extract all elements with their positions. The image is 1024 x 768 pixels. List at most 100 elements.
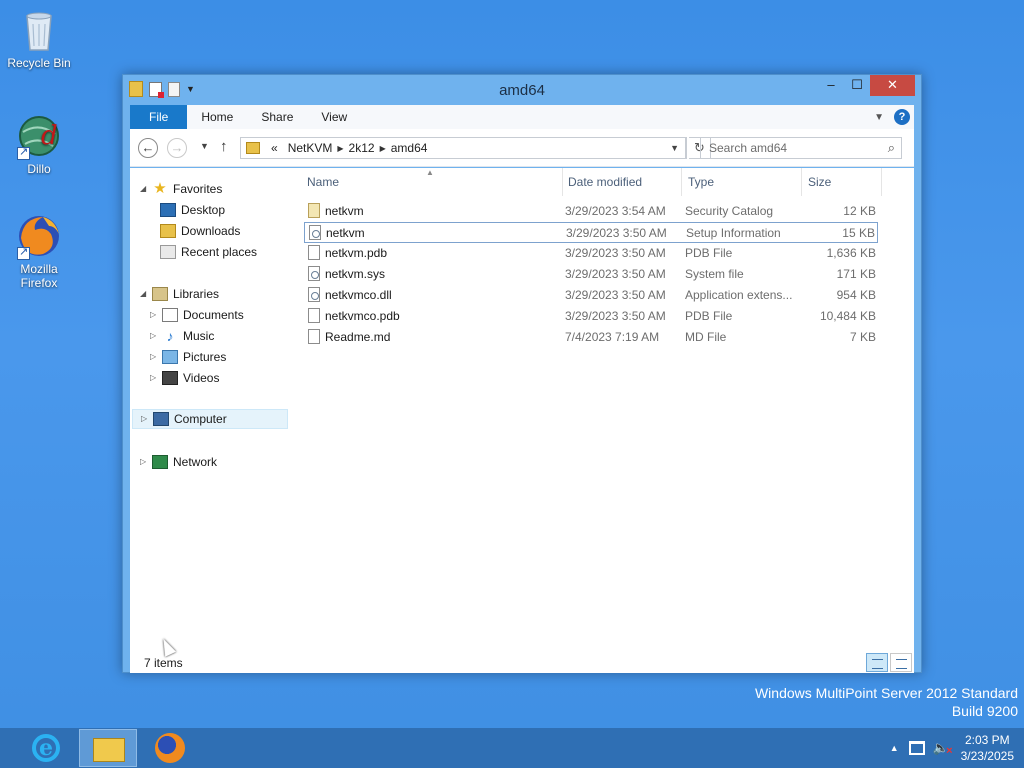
recent-locations-dropdown-icon[interactable]: ▼ bbox=[200, 141, 209, 151]
file-size: 15 KB bbox=[842, 226, 875, 240]
file-type: PDB File bbox=[685, 309, 733, 323]
nav-item-desktop[interactable]: Desktop bbox=[160, 200, 225, 220]
nav-libraries[interactable]: ◢ Libraries bbox=[140, 284, 219, 304]
internet-explorer-icon: e bbox=[32, 734, 60, 762]
desktop-icon-recycle-bin[interactable]: Recycle Bin bbox=[0, 6, 78, 70]
nav-item-documents[interactable]: ▷ Documents bbox=[150, 305, 244, 325]
firefox-icon bbox=[15, 212, 63, 260]
window-controls: – ☐ ✕ bbox=[818, 75, 915, 96]
nav-label: Network bbox=[173, 455, 218, 469]
forward-button[interactable]: → bbox=[167, 138, 187, 158]
nav-network[interactable]: ▷ Network bbox=[140, 452, 217, 472]
show-hidden-icons-chevron-icon[interactable]: ▲ bbox=[890, 743, 899, 753]
file-list: ▲ Name Date modified Type Size netkvm 3/… bbox=[301, 168, 914, 653]
nav-item-videos[interactable]: ▷ Videos bbox=[150, 368, 219, 388]
file-row[interactable]: netkvm 3/29/2023 3:54 AM Security Catalo… bbox=[304, 201, 878, 222]
column-header-size[interactable]: Size bbox=[802, 168, 882, 196]
expanded-arrow-icon[interactable]: ◢ bbox=[140, 284, 150, 304]
collapsed-arrow-icon[interactable]: ▷ bbox=[150, 305, 160, 325]
shortcut-arrow-icon bbox=[17, 145, 30, 160]
videos-icon bbox=[162, 371, 178, 385]
tab-home[interactable]: Home bbox=[187, 105, 247, 129]
documents-icon bbox=[162, 308, 178, 322]
taskbar-file-explorer[interactable] bbox=[79, 729, 137, 767]
expanded-arrow-icon[interactable]: ◢ bbox=[140, 179, 150, 199]
file-row[interactable]: netkvm.pdb 3/29/2023 3:50 AM PDB File 1,… bbox=[304, 243, 878, 264]
back-button[interactable]: ← bbox=[138, 138, 158, 158]
taskbar-internet-explorer[interactable]: e bbox=[16, 729, 74, 767]
breadcrumb-2k12[interactable]: 2k12 bbox=[349, 141, 375, 155]
file-row[interactable]: netkvm 3/29/2023 3:50 AM Setup Informati… bbox=[304, 222, 878, 243]
nav-item-recent-places[interactable]: Recent places bbox=[160, 242, 257, 262]
file-size: 12 KB bbox=[843, 204, 876, 218]
search-icon[interactable]: ⌕ bbox=[888, 138, 895, 158]
clock[interactable]: 2:03 PM 3/23/2025 bbox=[961, 732, 1014, 764]
file-row[interactable]: Readme.md 7/4/2023 7:19 AM MD File 7 KB bbox=[304, 327, 878, 348]
close-button[interactable]: ✕ bbox=[870, 75, 915, 96]
tab-share[interactable]: Share bbox=[247, 105, 307, 129]
nav-computer[interactable]: ▷ Computer bbox=[132, 409, 288, 429]
file-row[interactable]: netkvmco.dll 3/29/2023 3:50 AM Applicati… bbox=[304, 285, 878, 306]
file-explorer-icon bbox=[93, 738, 125, 762]
tab-view[interactable]: View bbox=[307, 105, 361, 129]
dll-file-icon bbox=[308, 287, 320, 302]
file-icon bbox=[308, 245, 320, 260]
pictures-icon bbox=[162, 350, 178, 364]
collapsed-arrow-icon[interactable]: ▷ bbox=[150, 347, 160, 367]
title-bar[interactable]: ▼ amd64 – ☐ ✕ bbox=[123, 75, 921, 105]
watermark-edition: Windows MultiPoint Server 2012 Standard bbox=[754, 685, 1018, 701]
nav-label: Favorites bbox=[173, 182, 223, 196]
column-header-name[interactable]: ▲ Name bbox=[301, 168, 563, 196]
address-bar[interactable]: « NetKVM ▶ 2k12 ▶ amd64 ▼ bbox=[240, 137, 687, 159]
column-header-type[interactable]: Type bbox=[682, 168, 802, 196]
collapsed-arrow-icon[interactable]: ▷ bbox=[140, 452, 150, 472]
file-name: netkvmco.dll bbox=[325, 288, 392, 302]
up-button[interactable]: ↑ bbox=[220, 138, 228, 155]
breadcrumb-overflow[interactable]: « bbox=[271, 141, 278, 155]
nav-favorites[interactable]: ◢ ★ Favorites bbox=[140, 179, 222, 199]
collapsed-arrow-icon[interactable]: ▷ bbox=[150, 368, 160, 388]
collapsed-arrow-icon[interactable]: ▷ bbox=[150, 326, 160, 346]
breadcrumb-separator-icon[interactable]: ▶ bbox=[380, 144, 386, 153]
file-size: 7 KB bbox=[849, 330, 876, 344]
address-dropdown-icon[interactable]: ▼ bbox=[664, 138, 686, 158]
expand-ribbon-chevron-icon[interactable]: ▼ bbox=[874, 112, 884, 123]
file-type: MD File bbox=[685, 330, 727, 344]
maximize-button[interactable]: ☐ bbox=[844, 75, 870, 96]
column-header-date-modified[interactable]: Date modified bbox=[562, 168, 682, 196]
tab-file[interactable]: File bbox=[130, 105, 188, 129]
file-row[interactable]: netkvmco.pdb 3/29/2023 3:50 AM PDB File … bbox=[304, 306, 878, 327]
file-name: netkvm.pdb bbox=[325, 246, 388, 260]
minimize-button[interactable]: – bbox=[818, 75, 844, 96]
star-icon: ★ bbox=[153, 180, 167, 197]
desktop-icon-label: Recycle Bin bbox=[7, 56, 71, 70]
collapsed-arrow-icon[interactable]: ▷ bbox=[141, 409, 151, 429]
system-tray: ▲ 🔈 2:03 PM 3/23/2025 bbox=[890, 728, 1014, 768]
clock-time: 2:03 PM bbox=[964, 733, 1010, 747]
desktop-icon-firefox[interactable]: Mozilla Firefox bbox=[0, 212, 78, 290]
nav-item-pictures[interactable]: ▷ Pictures bbox=[150, 347, 226, 367]
catalog-file-icon bbox=[308, 203, 320, 218]
search-input[interactable]: Search amd64 ⌕ bbox=[700, 137, 902, 159]
desktop-icon-dillo[interactable]: d Dillo bbox=[0, 112, 78, 176]
breadcrumb-amd64[interactable]: amd64 bbox=[391, 141, 428, 155]
nav-item-music[interactable]: ▷ ♪ Music bbox=[150, 326, 214, 346]
network-status-icon[interactable] bbox=[908, 741, 925, 755]
breadcrumb-netkvm[interactable]: NetKVM bbox=[288, 141, 333, 155]
large-icons-view-button[interactable] bbox=[890, 653, 912, 672]
help-icon[interactable]: ? bbox=[894, 109, 910, 125]
file-date: 3/29/2023 3:50 AM bbox=[565, 246, 666, 260]
system-file-icon bbox=[308, 266, 320, 281]
taskbar-firefox[interactable] bbox=[140, 729, 198, 767]
file-row[interactable]: netkvm.sys 3/29/2023 3:50 AM System file… bbox=[304, 264, 878, 285]
file-name: netkvm bbox=[326, 226, 365, 240]
volume-muted-icon[interactable]: 🔈 bbox=[933, 741, 953, 759]
taskbar: e ▲ 🔈 2:03 PM 3/23/2025 bbox=[0, 728, 1024, 768]
file-icon bbox=[308, 308, 320, 323]
breadcrumb-separator-icon[interactable]: ▶ bbox=[337, 144, 343, 153]
explorer-window: ▼ amd64 – ☐ ✕ File Home Share View ▼ ? ←… bbox=[122, 74, 922, 673]
details-view-button[interactable] bbox=[866, 653, 888, 672]
file-size: 10,484 KB bbox=[819, 309, 876, 323]
nav-item-downloads[interactable]: Downloads bbox=[160, 221, 240, 241]
file-size: 171 KB bbox=[836, 267, 876, 281]
